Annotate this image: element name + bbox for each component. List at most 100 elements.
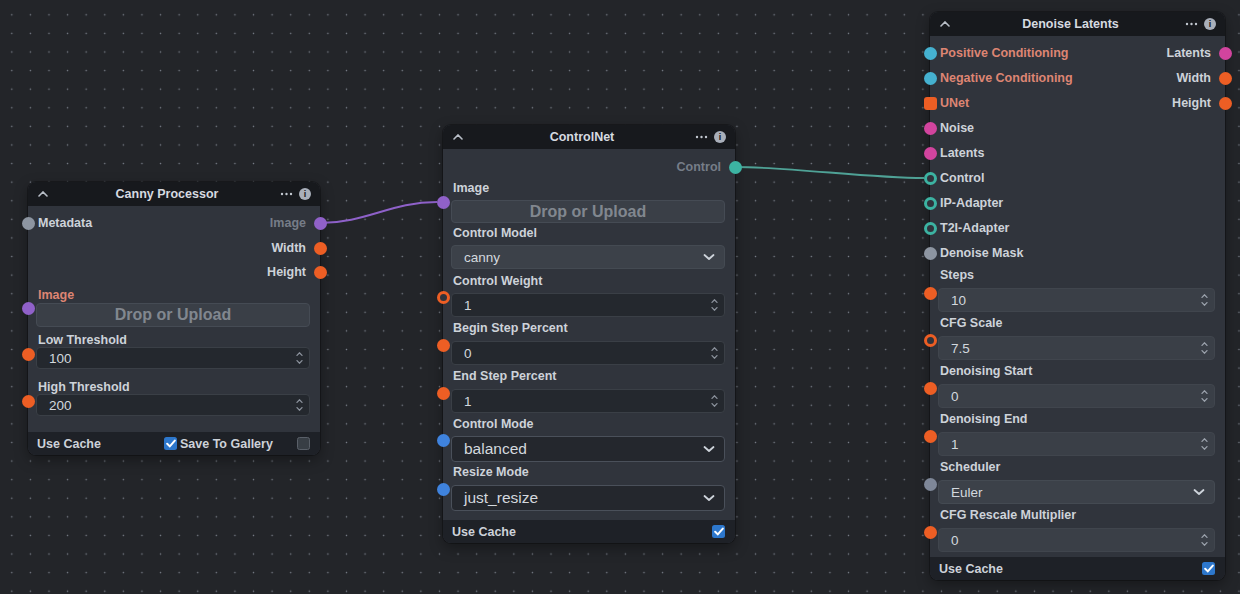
node-controlnet[interactable]: ControlNet i Control Image Drop or Uploa… bbox=[443, 125, 735, 543]
denoising-end-input[interactable]: 1 bbox=[938, 432, 1215, 456]
handle-denoising-end[interactable] bbox=[924, 430, 937, 443]
node-denoise-latents[interactable]: Denoise Latents i Positive Conditioning … bbox=[930, 12, 1225, 580]
node-menu-icon[interactable] bbox=[1185, 15, 1198, 33]
handle-control-weight[interactable] bbox=[437, 291, 450, 304]
number-steppers[interactable] bbox=[711, 347, 718, 359]
node-header-denoise[interactable]: Denoise Latents i bbox=[930, 12, 1225, 36]
number-steppers[interactable] bbox=[1201, 294, 1208, 306]
handle-denoise-mask[interactable] bbox=[924, 247, 937, 260]
collapse-chevron-icon[interactable] bbox=[38, 191, 48, 197]
edge-controlnet-to-denoise[interactable] bbox=[735, 167, 924, 178]
control-model-value: canny bbox=[464, 250, 500, 265]
field-label-image: Image bbox=[38, 288, 74, 302]
handle-unet[interactable] bbox=[924, 97, 937, 110]
handle-t2i-adapter[interactable] bbox=[924, 222, 937, 235]
save-to-gallery-checkbox[interactable] bbox=[297, 437, 310, 450]
node-menu-icon[interactable] bbox=[280, 185, 293, 203]
scheduler-select[interactable]: Euler bbox=[938, 480, 1215, 504]
stepper-up-icon bbox=[1201, 390, 1208, 394]
stepper-down-icon bbox=[711, 307, 718, 311]
collapse-chevron-icon[interactable] bbox=[940, 21, 950, 27]
scheduler-value: Euler bbox=[951, 485, 983, 500]
control-mode-select[interactable]: balanced bbox=[451, 436, 725, 462]
control-weight-input[interactable]: 1 bbox=[451, 293, 725, 317]
handle-image-input[interactable] bbox=[22, 302, 35, 315]
handle-control-output[interactable] bbox=[729, 161, 742, 174]
denoising-start-value: 0 bbox=[951, 389, 959, 404]
handle-control-mode[interactable] bbox=[437, 434, 450, 447]
stepper-down-icon bbox=[296, 407, 303, 411]
denoising-end-value: 1 bbox=[951, 437, 959, 452]
handle-height-output[interactable] bbox=[1219, 97, 1232, 110]
number-steppers[interactable] bbox=[711, 299, 718, 311]
handle-denoising-start[interactable] bbox=[924, 382, 937, 395]
control-model-select[interactable]: canny bbox=[451, 245, 725, 269]
stepper-up-icon bbox=[1201, 438, 1208, 442]
end-step-input[interactable]: 1 bbox=[451, 389, 725, 413]
number-steppers[interactable] bbox=[1201, 438, 1208, 450]
number-steppers[interactable] bbox=[296, 352, 303, 364]
high-threshold-input[interactable]: 200 bbox=[36, 394, 310, 416]
node-header-controlnet[interactable]: ControlNet i bbox=[443, 125, 735, 149]
handle-control-input[interactable] bbox=[924, 172, 937, 185]
handle-positive-conditioning[interactable] bbox=[924, 47, 937, 60]
use-cache-checkbox[interactable] bbox=[712, 525, 725, 538]
handle-latents-input[interactable] bbox=[924, 147, 937, 160]
number-steppers[interactable] bbox=[711, 395, 718, 407]
edge-canny-to-controlnet[interactable] bbox=[320, 202, 437, 223]
handle-metadata-input[interactable] bbox=[22, 217, 35, 230]
workflow-canvas[interactable]: Canny Processor i Metadata Image Width H… bbox=[0, 0, 1240, 594]
info-icon[interactable]: i bbox=[299, 188, 311, 200]
stepper-up-icon bbox=[296, 352, 303, 356]
handle-image-output[interactable] bbox=[314, 217, 327, 230]
handle-negative-conditioning[interactable] bbox=[924, 72, 937, 85]
handle-scheduler[interactable] bbox=[924, 478, 937, 491]
handle-width-output[interactable] bbox=[314, 242, 327, 255]
field-label-metadata: Metadata bbox=[38, 216, 92, 230]
field-label-latents-output: Latents bbox=[1167, 46, 1211, 60]
handle-cfg-rescale[interactable] bbox=[924, 526, 937, 539]
handle-ip-adapter[interactable] bbox=[924, 197, 937, 210]
use-cache-checkbox[interactable] bbox=[164, 437, 177, 450]
chevron-down-icon bbox=[703, 254, 715, 261]
image-dropzone[interactable]: Drop or Upload bbox=[36, 303, 310, 327]
resize-mode-select[interactable]: just_resize bbox=[451, 485, 725, 511]
handle-cfg-scale[interactable] bbox=[924, 334, 937, 347]
node-menu-icon[interactable] bbox=[695, 128, 708, 146]
handle-resize-mode[interactable] bbox=[437, 483, 450, 496]
number-steppers[interactable] bbox=[1201, 534, 1208, 546]
image-dropzone[interactable]: Drop or Upload bbox=[451, 200, 725, 223]
end-step-value: 1 bbox=[464, 394, 472, 409]
node-header-canny[interactable]: Canny Processor i bbox=[28, 182, 320, 206]
number-steppers[interactable] bbox=[1201, 390, 1208, 402]
handle-width-output[interactable] bbox=[1219, 72, 1232, 85]
control-weight-value: 1 bbox=[464, 298, 472, 313]
info-icon[interactable]: i bbox=[1204, 18, 1216, 30]
begin-step-input[interactable]: 0 bbox=[451, 341, 725, 365]
low-threshold-input[interactable]: 100 bbox=[36, 347, 310, 369]
handle-image-input[interactable] bbox=[437, 196, 450, 209]
handle-end-step[interactable] bbox=[437, 387, 450, 400]
number-steppers[interactable] bbox=[1201, 342, 1208, 354]
cfg-scale-input[interactable]: 7.5 bbox=[938, 336, 1215, 360]
field-label-noise: Noise bbox=[940, 121, 974, 135]
handle-begin-step[interactable] bbox=[437, 339, 450, 352]
number-steppers[interactable] bbox=[296, 399, 303, 411]
denoising-start-input[interactable]: 0 bbox=[938, 384, 1215, 408]
high-threshold-value: 200 bbox=[49, 398, 72, 413]
cfg-rescale-input[interactable]: 0 bbox=[938, 528, 1215, 552]
info-icon[interactable]: i bbox=[714, 131, 726, 143]
handle-steps[interactable] bbox=[924, 287, 937, 300]
field-label-unet: UNet bbox=[940, 96, 969, 110]
handle-latents-output[interactable] bbox=[1219, 47, 1232, 60]
handle-noise[interactable] bbox=[924, 122, 937, 135]
field-label-cfg-rescale: CFG Rescale Multiplier bbox=[940, 508, 1076, 522]
collapse-chevron-icon[interactable] bbox=[453, 134, 463, 140]
handle-height-output[interactable] bbox=[314, 266, 327, 279]
steps-input[interactable]: 10 bbox=[938, 288, 1215, 312]
use-cache-checkbox[interactable] bbox=[1202, 562, 1215, 575]
handle-high-threshold[interactable] bbox=[22, 395, 35, 408]
node-canny-processor[interactable]: Canny Processor i Metadata Image Width H… bbox=[28, 182, 320, 455]
field-label-negative-conditioning: Negative Conditioning bbox=[940, 71, 1073, 85]
handle-low-threshold[interactable] bbox=[22, 348, 35, 361]
